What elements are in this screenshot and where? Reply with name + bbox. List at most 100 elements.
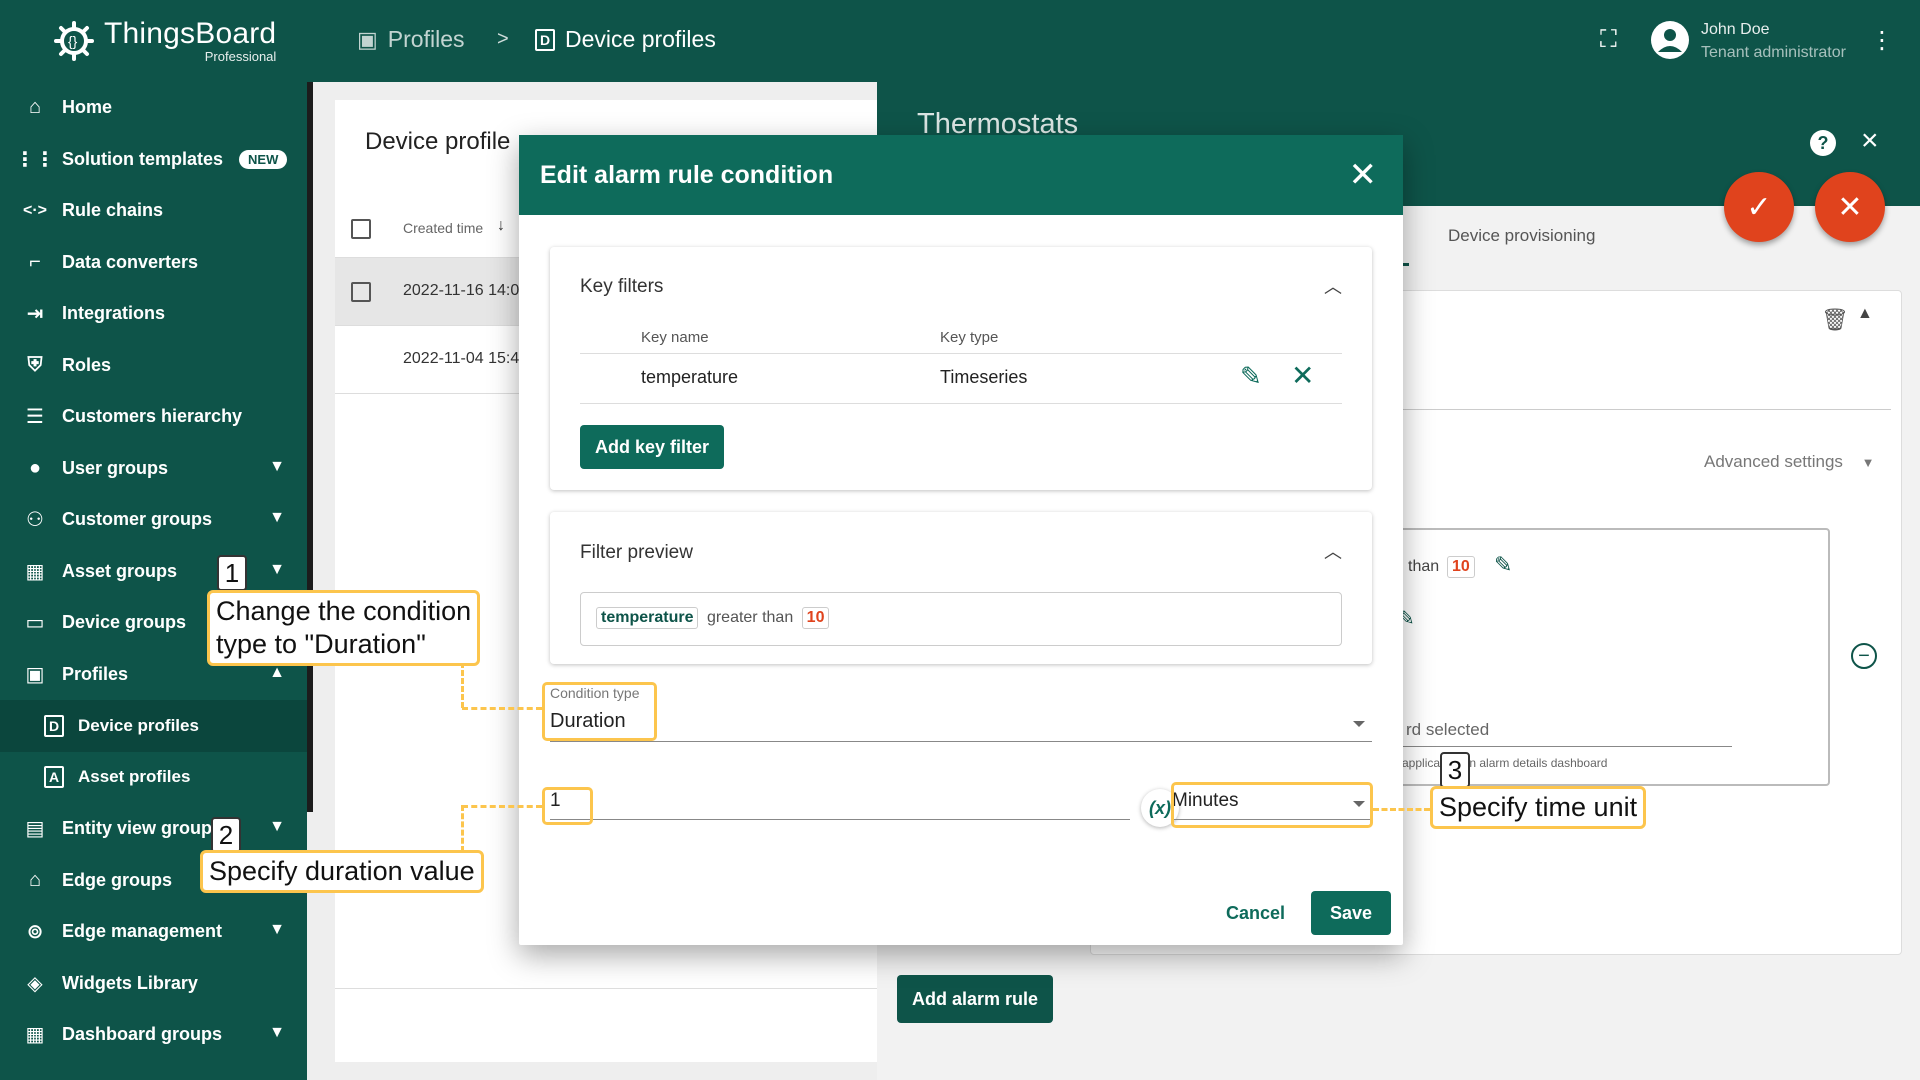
operation-text: greater than xyxy=(706,609,794,626)
callout-specify-duration: Specify duration value xyxy=(200,850,484,893)
filter-preview-panel: Filter preview ︿ temperature greater tha… xyxy=(550,512,1372,664)
condition-type-underline xyxy=(550,741,1372,742)
chevron-up-icon[interactable]: ▲ xyxy=(1857,305,1873,323)
sidebar-menu: ⌂ Home ⋮⋮ Solution templates NEW <·> Rul… xyxy=(0,82,307,1061)
sidebar-item-asset-profiles[interactable]: A Asset profiles xyxy=(0,752,307,804)
edit-icon[interactable]: ✎ xyxy=(1494,552,1512,578)
sidebar-item-edge-management[interactable]: ⊚ Edge management ▼ xyxy=(0,906,307,958)
sidebar-item-integrations[interactable]: ⇥ Integrations xyxy=(0,288,307,340)
sidebar-item-label: Device groups xyxy=(62,612,187,633)
chevron-down-icon: ▼ xyxy=(1861,455,1875,470)
arrow-down-icon: ↓ xyxy=(497,217,505,234)
router-icon: ⌂ xyxy=(28,868,42,891)
chevron-up-icon[interactable]: ︿ xyxy=(1324,273,1342,299)
dropdown-arrow-icon[interactable] xyxy=(1353,721,1365,727)
connector-line xyxy=(461,805,464,852)
table-footer xyxy=(335,988,895,989)
breadcrumb-label: Device profiles xyxy=(565,26,716,52)
tab-device-provisioning[interactable]: Device provisioning xyxy=(1448,226,1595,246)
chevron-up-icon[interactable]: ▲ xyxy=(269,664,285,682)
user-info[interactable]: John Doe Tenant administrator xyxy=(1701,18,1846,64)
no-dashboard-text: rd selected xyxy=(1406,720,1490,739)
delete-key-filter-icon[interactable]: ✕ xyxy=(1291,359,1314,392)
fullscreen-icon[interactable]: ⛶ xyxy=(1600,26,1617,54)
add-alarm-rule-button[interactable]: Add alarm rule xyxy=(897,975,1053,1023)
chevron-down-icon[interactable]: ▼ xyxy=(269,1024,285,1042)
advanced-settings-label: Advanced settings xyxy=(1704,452,1843,471)
sidebar-item-label: Asset groups xyxy=(62,560,178,581)
close-icon[interactable]: ✕ xyxy=(1349,155,1378,195)
column-created-time[interactable]: Created time xyxy=(403,220,483,236)
chevron-down-icon[interactable]: ▼ xyxy=(269,818,285,836)
sidebar-item-rule-chains[interactable]: <·> Rule chains xyxy=(0,185,307,237)
sidebar-item-home[interactable]: ⌂ Home xyxy=(0,82,307,134)
duration-value-underline xyxy=(550,819,1130,820)
close-icon[interactable]: × xyxy=(1861,124,1879,158)
breadcrumb-separator: > xyxy=(497,28,509,50)
chevron-down-icon[interactable]: ▼ xyxy=(269,509,285,527)
edit-icon[interactable]: ✎ xyxy=(1240,361,1262,392)
device-profile-icon: D xyxy=(535,28,555,51)
sidebar-item-label: Home xyxy=(62,97,113,118)
select-all-checkbox[interactable] xyxy=(351,219,371,239)
more-vert-icon[interactable]: ⋮ xyxy=(1870,26,1894,55)
alarm-condition-box[interactable]: than 10 ✎ ✎ rd selected applica s an ala… xyxy=(1390,528,1830,786)
chevron-down-icon[interactable]: ▼ xyxy=(269,458,285,476)
sidebar-item-label: Dashboard groups xyxy=(62,1024,223,1045)
row-checkbox[interactable] xyxy=(351,282,371,302)
sidebar-item-widgets-library[interactable]: ◈ Widgets Library xyxy=(0,958,307,1010)
logo-name: ThingsBoard xyxy=(104,17,277,50)
sidebar-item-label: Entity view groups xyxy=(62,818,223,839)
remove-circle-icon[interactable]: − xyxy=(1851,643,1877,669)
step-number-2: 2 xyxy=(211,817,241,853)
apply-changes-button[interactable]: ✓ xyxy=(1724,172,1794,242)
shield-icon: ⛨ xyxy=(27,353,43,376)
highlight-condition-type xyxy=(542,682,657,741)
callout-change-condition-type: Change the condition type to "Duration" xyxy=(207,590,481,666)
value-chip: 10 xyxy=(801,607,830,629)
sidebar-item-label: Device profiles xyxy=(78,715,199,735)
new-badge: NEW xyxy=(239,149,288,169)
sidebar-item-device-profiles[interactable]: D Device profiles xyxy=(0,700,307,752)
logo[interactable]: {} ThingsBoard Professional xyxy=(0,0,307,82)
badge-icon: ▣ xyxy=(357,26,378,52)
sidebar-item-entity-view-groups[interactable]: ▤ Entity view groups ▼ xyxy=(0,803,307,855)
sidebar-item-data-converters[interactable]: ⌐ Data converters xyxy=(0,237,307,289)
chevron-down-icon[interactable]: ▼ xyxy=(269,561,285,579)
chevron-up-icon[interactable]: ︿ xyxy=(1324,538,1342,564)
sidebar-item-label: Data converters xyxy=(62,251,199,272)
dashboard-field-line xyxy=(1402,746,1732,747)
cancel-button[interactable]: Cancel xyxy=(1226,903,1285,924)
breadcrumb-device-profiles: D Device profiles xyxy=(535,26,716,53)
row-divider xyxy=(580,403,1342,404)
sidebar-item-customers-hierarchy[interactable]: ☰ Customers hierarchy xyxy=(0,391,307,443)
decline-changes-button[interactable]: ✕ xyxy=(1815,172,1885,242)
breadcrumb-profiles[interactable]: ▣ Profiles xyxy=(357,26,465,53)
sidebar-item-customer-groups[interactable]: ⚇ Customer groups ▼ xyxy=(0,494,307,546)
key-chip: temperature xyxy=(596,607,699,629)
home-icon: ⌂ xyxy=(28,96,42,119)
sidebar: {} ThingsBoard Professional ⌂ Home ⋮⋮ So… xyxy=(0,0,307,1080)
sort-icon: ☰ xyxy=(26,406,44,429)
save-button[interactable]: Save xyxy=(1311,891,1391,935)
account-circle-icon[interactable] xyxy=(1650,20,1690,60)
chevron-down-icon[interactable]: ▼ xyxy=(269,921,285,939)
domain-icon: ▦ xyxy=(25,560,45,583)
advanced-settings-toggle[interactable]: Advanced settings ▼ xyxy=(1704,452,1875,472)
sidebar-item-roles[interactable]: ⛨ Roles xyxy=(0,340,307,392)
condition-value-chip: 10 xyxy=(1447,556,1475,578)
sidebar-item-solution-templates[interactable]: ⋮⋮ Solution templates NEW xyxy=(0,134,307,186)
rule-chain-icon: <·> xyxy=(22,201,47,219)
thingsboard-logo-icon: {} xyxy=(54,21,94,61)
callout-line: type to "Duration" xyxy=(216,628,426,659)
add-key-filter-button[interactable]: Add key filter xyxy=(580,425,724,469)
step-number-3: 3 xyxy=(1440,752,1470,788)
sidebar-item-dashboard-groups[interactable]: ▦ Dashboard groups ▼ xyxy=(0,1009,307,1061)
sidebar-item-user-groups[interactable]: ● User groups ▼ xyxy=(0,443,307,495)
help-icon[interactable]: ? xyxy=(1810,130,1836,156)
sidebar-scrollbar[interactable] xyxy=(307,82,313,812)
connector-line xyxy=(462,707,542,710)
sidebar-item-label: Asset profiles xyxy=(78,767,191,787)
delete-icon[interactable]: 🗑 xyxy=(1821,307,1849,333)
than-text: than xyxy=(1408,558,1440,575)
